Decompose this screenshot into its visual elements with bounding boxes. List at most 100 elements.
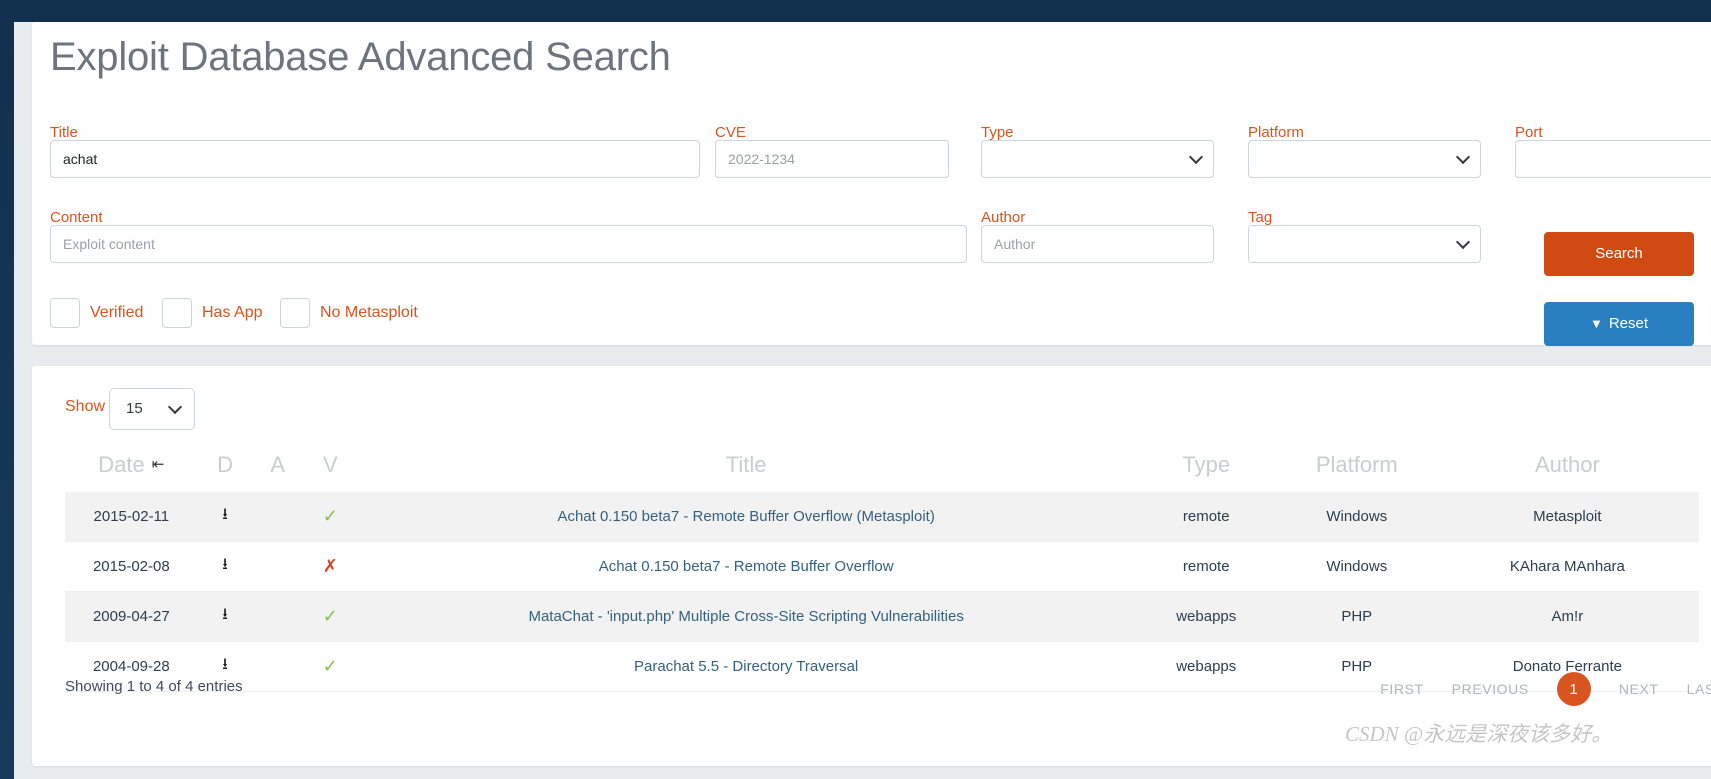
cell-title[interactable]: MataChat - 'input.php' Multiple Cross-Si… <box>358 592 1135 642</box>
pagination-first[interactable]: FIRST <box>1380 681 1423 697</box>
download-icon[interactable]: ⭳ <box>222 556 228 573</box>
pagination-next[interactable]: NEXT <box>1619 681 1659 697</box>
column-header-platform[interactable]: Platform <box>1278 444 1436 492</box>
download-icon[interactable]: ⭳ <box>222 656 228 673</box>
sort-descending-icon: ⇤ <box>151 456 165 473</box>
results-table: Date ⇤ D A V Title Type Platform Author 2… <box>65 444 1699 692</box>
cell-date: 2015-02-11 <box>93 508 170 525</box>
cell-author: KAhara MAnhara <box>1509 558 1625 575</box>
cve-input[interactable]: 2022-1234 <box>715 140 949 178</box>
reset-button[interactable]: ▼ Reset <box>1544 302 1694 346</box>
exploit-title-link[interactable]: Achat 0.150 beta7 - Remote Buffer Overfl… <box>557 508 934 525</box>
label-platform: Platform <box>1248 124 1304 141</box>
label-cve: CVE <box>715 124 746 141</box>
title-input[interactable]: achat <box>50 140 700 178</box>
checkbox-no-metasploit-box[interactable] <box>280 298 310 328</box>
cell-type: remote <box>1182 558 1230 575</box>
chevron-down-icon <box>1455 149 1471 165</box>
filter-remove-icon: ▼ <box>1589 316 1603 331</box>
pagination-page-1[interactable]: 1 <box>1556 672 1591 706</box>
exploit-title-link[interactable]: Parachat 5.5 - Directory Traversal <box>634 658 858 675</box>
cell-type: webapps <box>1176 608 1237 625</box>
page-title: Exploit Database Advanced Search <box>50 35 671 79</box>
cell-verified: ✓ <box>303 642 358 692</box>
column-header-title[interactable]: Title <box>358 444 1135 492</box>
column-header-author[interactable]: Author <box>1436 444 1699 492</box>
column-header-date-label: Date <box>98 452 145 477</box>
checkbox-has-app-label: Has App <box>202 304 263 321</box>
cell-title[interactable]: Achat 0.150 beta7 - Remote Buffer Overfl… <box>358 542 1135 592</box>
type-select[interactable] <box>981 140 1214 178</box>
chevron-down-icon <box>167 399 183 415</box>
label-tag: Tag <box>1248 209 1273 226</box>
cell-author: Metasploit <box>1533 508 1602 525</box>
advanced-search-card: Exploit Database Advanced Search Title a… <box>32 22 1711 346</box>
showing-entries-text: Showing 1 to 4 of 4 entries <box>65 678 243 695</box>
cell-app <box>252 492 303 542</box>
column-header-verified[interactable]: V <box>303 444 358 492</box>
label-port: Port <box>1515 124 1543 141</box>
label-type: Type <box>981 124 1014 141</box>
cell-verified: ✓ <box>303 492 358 542</box>
table-row[interactable]: 2015-02-11 ⭳ ✓ Achat 0.150 beta7 - Remot… <box>65 492 1699 542</box>
author-input[interactable]: Author <box>981 225 1214 263</box>
content-input[interactable]: Exploit content <box>50 225 967 263</box>
pagination-previous[interactable]: PREVIOUS <box>1452 681 1529 697</box>
results-card: Show 15 Date ⇤ D A V Title Type Platform … <box>32 366 1711 766</box>
column-header-date[interactable]: Date ⇤ <box>65 444 198 492</box>
cell-date: 2015-02-08 <box>92 558 170 575</box>
label-author: Author <box>981 209 1026 226</box>
cell-type: remote <box>1182 508 1230 525</box>
check-icon: ✓ <box>322 606 338 626</box>
download-icon[interactable]: ⭳ <box>222 606 228 623</box>
table-header-row: Date ⇤ D A V Title Type Platform Author <box>65 444 1699 492</box>
cell-title[interactable]: Parachat 5.5 - Directory Traversal <box>358 642 1135 692</box>
checkbox-verified-label: Verified <box>90 304 144 321</box>
cell-download[interactable]: ⭳ <box>198 492 253 542</box>
table-row[interactable]: 2015-02-08 ⭳ ✗ Achat 0.150 beta7 - Remot… <box>65 541 1699 592</box>
cell-date: 2009-04-27 <box>92 608 170 625</box>
cell-app <box>252 542 303 592</box>
column-header-app[interactable]: A <box>252 444 303 492</box>
cell-download[interactable]: ⭳ <box>198 592 253 642</box>
checkbox-no-metasploit[interactable]: No Metasploit <box>280 298 470 328</box>
cell-download[interactable]: ⭳ <box>198 542 253 592</box>
cell-app <box>252 592 303 642</box>
exploit-title-link[interactable]: MataChat - 'input.php' Multiple Cross-Si… <box>528 608 963 625</box>
cell-verified: ✓ <box>303 592 358 642</box>
cell-verified: ✗ <box>303 542 358 592</box>
cell-type: webapps <box>1176 658 1237 675</box>
checkbox-no-metasploit-label: No Metasploit <box>320 304 418 321</box>
table-row[interactable]: 2009-04-27 ⭳ ✓ MataChat - 'input.php' Mu… <box>65 591 1699 642</box>
platform-select[interactable] <box>1248 140 1481 178</box>
check-icon: ✓ <box>322 656 338 676</box>
column-header-type[interactable]: Type <box>1135 444 1278 492</box>
search-button[interactable]: Search <box>1544 232 1694 276</box>
cell-title[interactable]: Achat 0.150 beta7 - Remote Buffer Overfl… <box>358 492 1135 542</box>
cell-platform: PHP <box>1341 608 1373 625</box>
checkbox-verified-box[interactable] <box>50 298 80 328</box>
label-content: Content <box>50 209 103 226</box>
show-entries-label: Show <box>65 398 106 415</box>
show-entries-select[interactable]: 15 <box>109 388 195 430</box>
page-background: Exploit Database Advanced Search Title a… <box>0 0 1711 779</box>
port-input[interactable] <box>1515 140 1711 178</box>
download-icon[interactable]: ⭳ <box>222 506 228 523</box>
cell-platform: Windows <box>1326 558 1388 575</box>
cross-icon: ✗ <box>322 556 338 576</box>
chevron-down-icon <box>1188 149 1204 165</box>
chevron-down-icon <box>1455 234 1471 250</box>
cell-author: Am!r <box>1551 608 1584 625</box>
results-table-head: Date ⇤ D A V Title Type Platform Author <box>65 444 1699 492</box>
column-header-download[interactable]: D <box>198 444 253 492</box>
tag-select[interactable] <box>1248 225 1481 263</box>
cell-platform: Windows <box>1326 508 1388 525</box>
results-table-body: 2015-02-11 ⭳ ✓ Achat 0.150 beta7 - Remot… <box>65 492 1699 692</box>
show-entries-value: 15 <box>126 400 143 417</box>
check-icon: ✓ <box>322 506 338 526</box>
exploit-title-link[interactable]: Achat 0.150 beta7 - Remote Buffer Overfl… <box>599 558 894 575</box>
checkbox-has-app-box[interactable] <box>162 298 192 328</box>
label-title: Title <box>50 124 78 141</box>
cell-app <box>252 642 303 692</box>
pagination-last[interactable]: LAST <box>1687 681 1711 697</box>
